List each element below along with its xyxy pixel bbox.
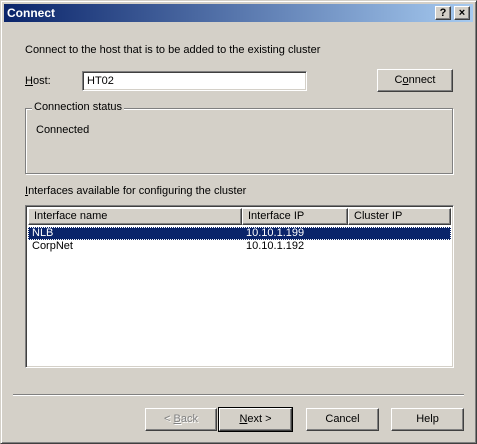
column-header-cluster-ip[interactable]: Cluster IP <box>348 208 451 225</box>
back-label-pre: < <box>164 413 174 425</box>
help-button[interactable]: Help <box>391 408 464 431</box>
next-button[interactable]: Next > <box>218 407 293 432</box>
host-label-accesskey: H <box>25 75 33 87</box>
interfaces-label: Interfaces available for configuring the… <box>25 185 246 197</box>
row-interface-ip: 10.10.1.192 <box>246 240 305 252</box>
footer-separator <box>13 394 464 396</box>
connect-label-post: nnect <box>408 74 436 86</box>
list-row-nlb[interactable]: NLB 10.10.1.199 <box>28 227 451 240</box>
column-header-interface-ip[interactable]: Interface IP <box>242 208 348 225</box>
interfaces-label-rest: nterfaces available for configuring the … <box>28 185 247 197</box>
connection-status-group <box>25 108 453 174</box>
back-label-accesskey: B <box>173 413 181 425</box>
connection-status-caption: Connection status <box>32 101 125 113</box>
list-row-corpnet[interactable]: CorpNet 10.10.1.192 <box>28 240 451 253</box>
host-input[interactable]: HT02 <box>82 71 307 91</box>
back-button[interactable]: < Back <box>145 408 217 431</box>
connection-status-text: Connected <box>36 124 90 136</box>
column-header-interface-name[interactable]: Interface name <box>28 208 242 225</box>
row-interface-name: NLB <box>32 227 54 239</box>
host-label: Host: <box>25 75 51 87</box>
window-title: Connect <box>7 6 55 20</box>
row-interface-name: CorpNet <box>32 240 73 252</box>
host-label-rest: ost: <box>32 75 51 87</box>
connect-dialog: Connect ? × Connect to the host that is … <box>0 0 477 444</box>
title-bar[interactable]: Connect ? × <box>4 4 473 22</box>
next-label-post: ext > <box>247 413 272 425</box>
connect-button[interactable]: Connect <box>377 69 453 92</box>
row-interface-ip: 10.10.1.199 <box>246 227 305 239</box>
cancel-button[interactable]: Cancel <box>306 408 379 431</box>
help-title-button[interactable]: ? <box>435 6 451 20</box>
back-label-post: ack <box>180 413 198 425</box>
list-header: Interface name Interface IP Cluster IP <box>28 208 451 225</box>
close-title-button[interactable]: × <box>454 6 470 20</box>
instruction-text: Connect to the host that is to be added … <box>25 44 321 56</box>
interfaces-list[interactable]: Interface name Interface IP Cluster IP N… <box>25 205 454 368</box>
